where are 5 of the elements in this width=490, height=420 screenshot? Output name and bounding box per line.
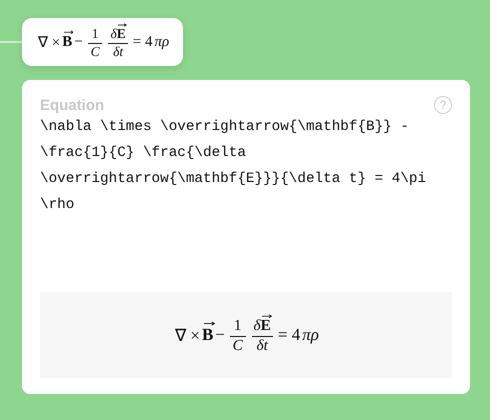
vector-arrow-icon (262, 314, 272, 318)
vector-arrow-icon (204, 320, 215, 326)
vector-arrow-icon (64, 30, 74, 34)
latex-source[interactable]: \nabla \times \overrightarrow{\mathbf{B}} - \frac{1}{C} \frac{\delta \overrightarrow{\mathbf{E}}}{\delta t} = 4\pi \rho (40, 114, 440, 218)
vector-arrow-icon (118, 23, 127, 28)
